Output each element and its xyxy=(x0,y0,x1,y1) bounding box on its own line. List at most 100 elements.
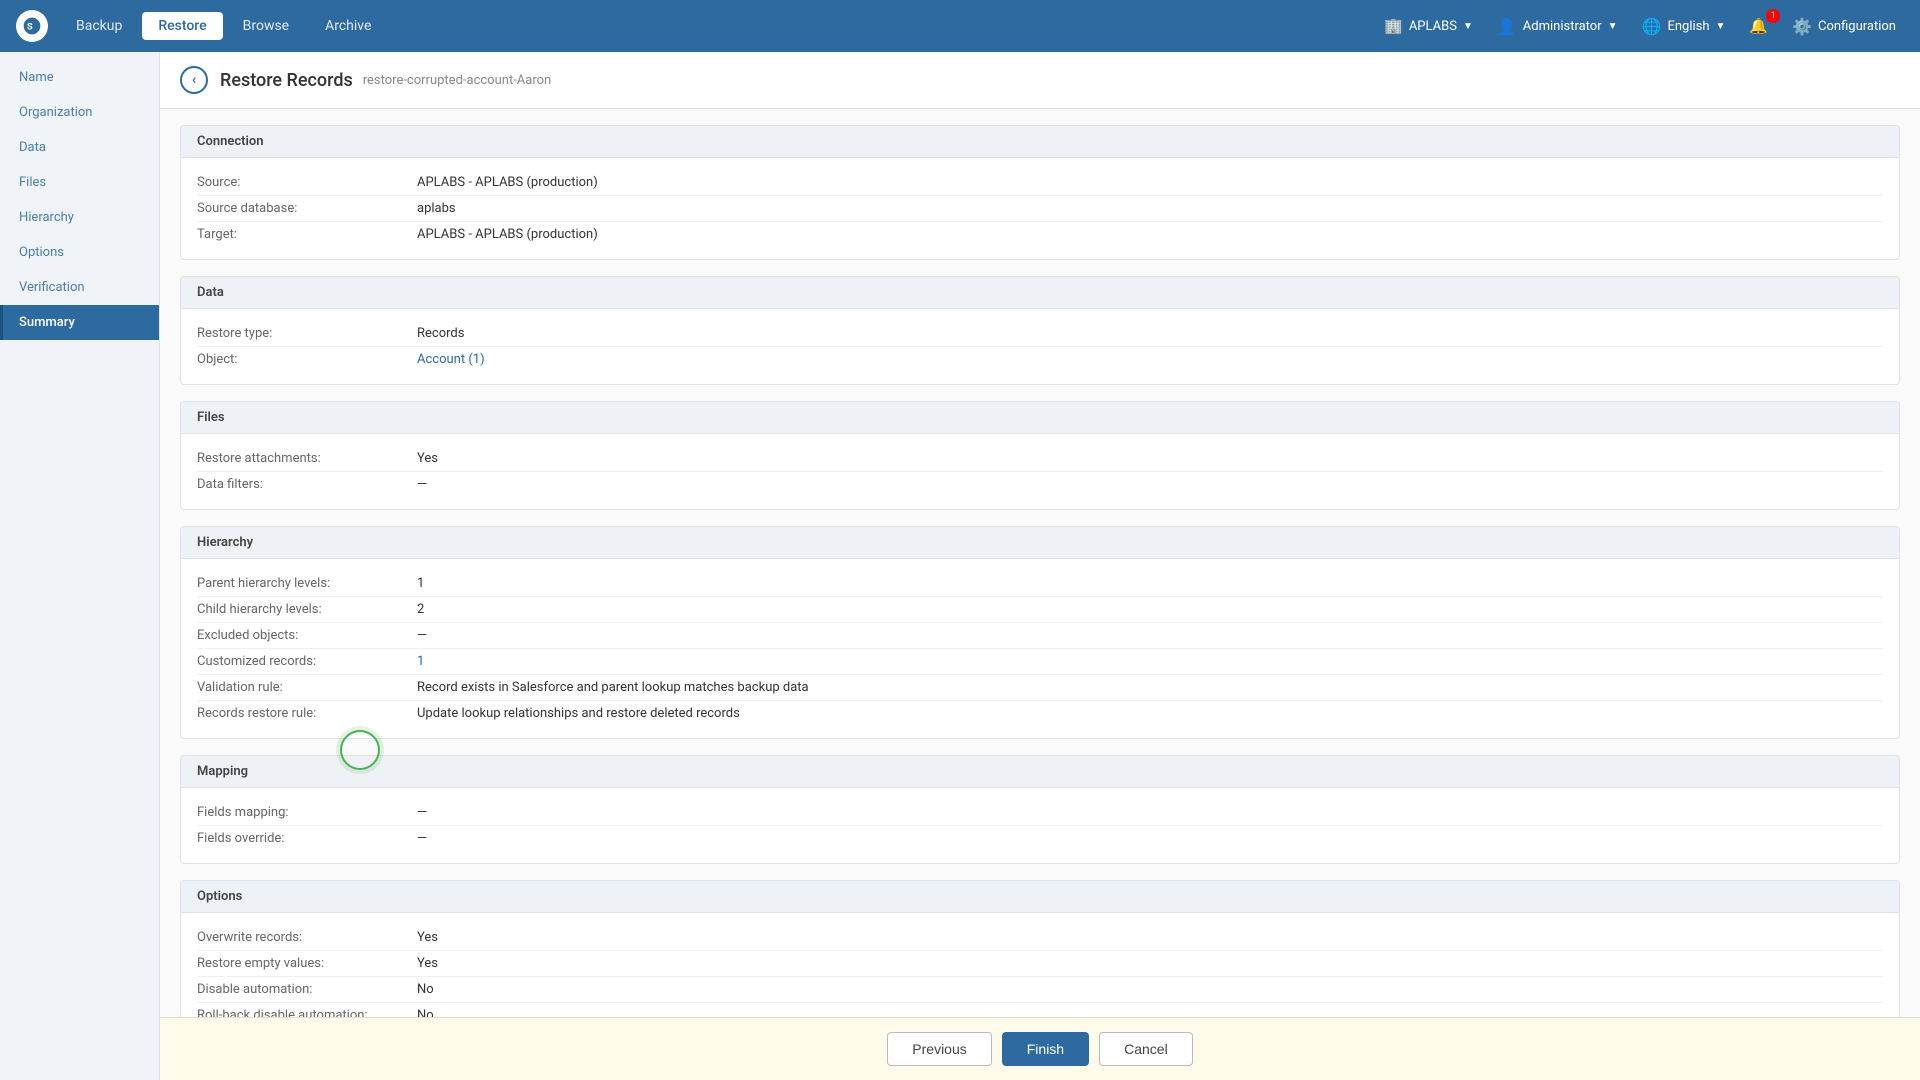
page-subtitle: restore-corrupted-account-Aaron xyxy=(363,73,551,88)
app-logo[interactable]: S xyxy=(16,10,48,42)
field-value: Yes xyxy=(417,956,1883,971)
files-section: Files Restore attachments: Yes Data filt… xyxy=(180,401,1900,510)
user-icon xyxy=(1497,17,1517,36)
data-header: Data xyxy=(181,277,1899,309)
field-row: Fields mapping: — xyxy=(197,800,1883,826)
org-caret: ▼ xyxy=(1463,21,1473,32)
field-row: Validation rule: Record exists in Salesf… xyxy=(197,675,1883,701)
field-row: Records restore rule: Update lookup rela… xyxy=(197,701,1883,726)
notification-button[interactable]: 1 xyxy=(1741,13,1776,39)
field-label: Source: xyxy=(197,175,417,190)
field-row: Source: APLABS - APLABS (production) xyxy=(197,170,1883,196)
connection-body: Source: APLABS - APLABS (production) Sou… xyxy=(181,158,1899,259)
field-value: Update lookup relationships and restore … xyxy=(417,706,1883,721)
main-panel: ‹ Restore Records restore-corrupted-acco… xyxy=(160,52,1920,1080)
data-section: Data Restore type: Records Object: Accou… xyxy=(180,276,1900,385)
lang-name: English xyxy=(1667,19,1709,34)
mapping-section: Mapping Fields mapping: — Fields overrid… xyxy=(180,755,1900,864)
object-link[interactable]: Account (1) xyxy=(417,352,1883,367)
field-value: APLABS - APLABS (production) xyxy=(417,227,1883,242)
field-label: Source database: xyxy=(197,201,417,216)
field-value: Records xyxy=(417,326,1883,341)
bell-icon xyxy=(1749,17,1768,35)
field-label: Restore attachments: xyxy=(197,451,417,466)
field-label: Data filters: xyxy=(197,477,417,492)
back-button[interactable]: ‹ xyxy=(180,66,208,94)
sidebar-item-summary[interactable]: Summary xyxy=(0,305,159,340)
field-row: Source database: aplabs xyxy=(197,196,1883,222)
data-body: Restore type: Records Object: Account (1… xyxy=(181,309,1899,384)
sidebar-item-data[interactable]: Data xyxy=(0,130,159,165)
user-selector[interactable]: Administrator ▼ xyxy=(1489,13,1626,40)
field-row: Restore attachments: Yes xyxy=(197,446,1883,472)
files-body: Restore attachments: Yes Data filters: — xyxy=(181,434,1899,509)
field-row: Overwrite records: Yes xyxy=(197,925,1883,951)
finish-button[interactable]: Finish xyxy=(1002,1032,1089,1066)
options-body: Overwrite records: Yes Restore empty val… xyxy=(181,913,1899,1017)
hierarchy-body: Parent hierarchy levels: 1 Child hierarc… xyxy=(181,559,1899,738)
gear-icon xyxy=(1792,17,1812,36)
org-name: APLABS xyxy=(1409,19,1457,34)
field-row: Data filters: — xyxy=(197,472,1883,497)
field-value: — xyxy=(417,477,1883,492)
field-value: Record exists in Salesforce and parent l… xyxy=(417,680,1883,695)
previous-button[interactable]: Previous xyxy=(887,1032,991,1066)
customized-records-link[interactable]: 1 xyxy=(417,654,1883,669)
field-value: No xyxy=(417,1008,1883,1017)
sidebar-item-verification[interactable]: Verification xyxy=(0,270,159,305)
connection-section: Connection Source: APLABS - APLABS (prod… xyxy=(180,125,1900,260)
footer: Previous Finish Cancel xyxy=(160,1017,1920,1080)
field-value: — xyxy=(417,831,1883,846)
field-label: Excluded objects: xyxy=(197,628,417,643)
field-label: Validation rule: xyxy=(197,680,417,695)
field-label: Fields mapping: xyxy=(197,805,417,820)
tab-restore[interactable]: Restore xyxy=(142,12,222,40)
field-row: Parent hierarchy levels: 1 xyxy=(197,571,1883,597)
field-row: Customized records: 1 xyxy=(197,649,1883,675)
field-value: — xyxy=(417,805,1883,820)
field-value: APLABS - APLABS (production) xyxy=(417,175,1883,190)
field-row: Target: APLABS - APLABS (production) xyxy=(197,222,1883,247)
sidebar-item-organization[interactable]: Organization xyxy=(0,95,159,130)
hierarchy-section: Hierarchy Parent hierarchy levels: 1 Chi… xyxy=(180,526,1900,739)
field-label: Records restore rule: xyxy=(197,706,417,721)
tab-archive[interactable]: Archive xyxy=(309,12,387,40)
field-label: Child hierarchy levels: xyxy=(197,602,417,617)
lang-selector[interactable]: English ▼ xyxy=(1634,13,1734,40)
sidebar: Name Organization Data Files Hierarchy O… xyxy=(0,52,160,1080)
field-label: Overwrite records: xyxy=(197,930,417,945)
user-name: Administrator xyxy=(1523,19,1602,34)
notification-badge: 1 xyxy=(1766,9,1780,23)
sidebar-item-hierarchy[interactable]: Hierarchy xyxy=(0,200,159,235)
mapping-header: Mapping xyxy=(181,756,1899,788)
field-label: Object: xyxy=(197,352,417,367)
page-title: Restore Records xyxy=(220,70,353,91)
hierarchy-header: Hierarchy xyxy=(181,527,1899,559)
field-row: Roll-back disable automation: No xyxy=(197,1003,1883,1017)
field-row: Fields override: — xyxy=(197,826,1883,851)
field-label: Disable automation: xyxy=(197,982,417,997)
options-section: Options Overwrite records: Yes Restore e… xyxy=(180,880,1900,1017)
topnav: S Backup Restore Browse Archive APLABS ▼… xyxy=(0,0,1920,52)
field-row: Restore type: Records xyxy=(197,321,1883,347)
configuration-button[interactable]: Configuration xyxy=(1784,13,1904,40)
options-header: Options xyxy=(181,881,1899,913)
field-label: Customized records: xyxy=(197,654,417,669)
tab-browse[interactable]: Browse xyxy=(227,12,305,40)
field-row: Restore empty values: Yes xyxy=(197,951,1883,977)
sidebar-item-name[interactable]: Name xyxy=(0,60,159,95)
content-area: Connection Source: APLABS - APLABS (prod… xyxy=(160,109,1920,1017)
field-value: aplabs xyxy=(417,201,1883,216)
sidebar-item-files[interactable]: Files xyxy=(0,165,159,200)
field-value: Yes xyxy=(417,930,1883,945)
org-selector[interactable]: APLABS ▼ xyxy=(1376,13,1481,39)
field-label: Roll-back disable automation: xyxy=(197,1008,417,1017)
tab-backup[interactable]: Backup xyxy=(60,12,138,40)
field-value: Yes xyxy=(417,451,1883,466)
svg-text:S: S xyxy=(27,22,33,32)
field-row: Object: Account (1) xyxy=(197,347,1883,372)
config-label: Configuration xyxy=(1818,19,1896,34)
mapping-body: Fields mapping: — Fields override: — xyxy=(181,788,1899,863)
cancel-button[interactable]: Cancel xyxy=(1099,1032,1193,1066)
sidebar-item-options[interactable]: Options xyxy=(0,235,159,270)
